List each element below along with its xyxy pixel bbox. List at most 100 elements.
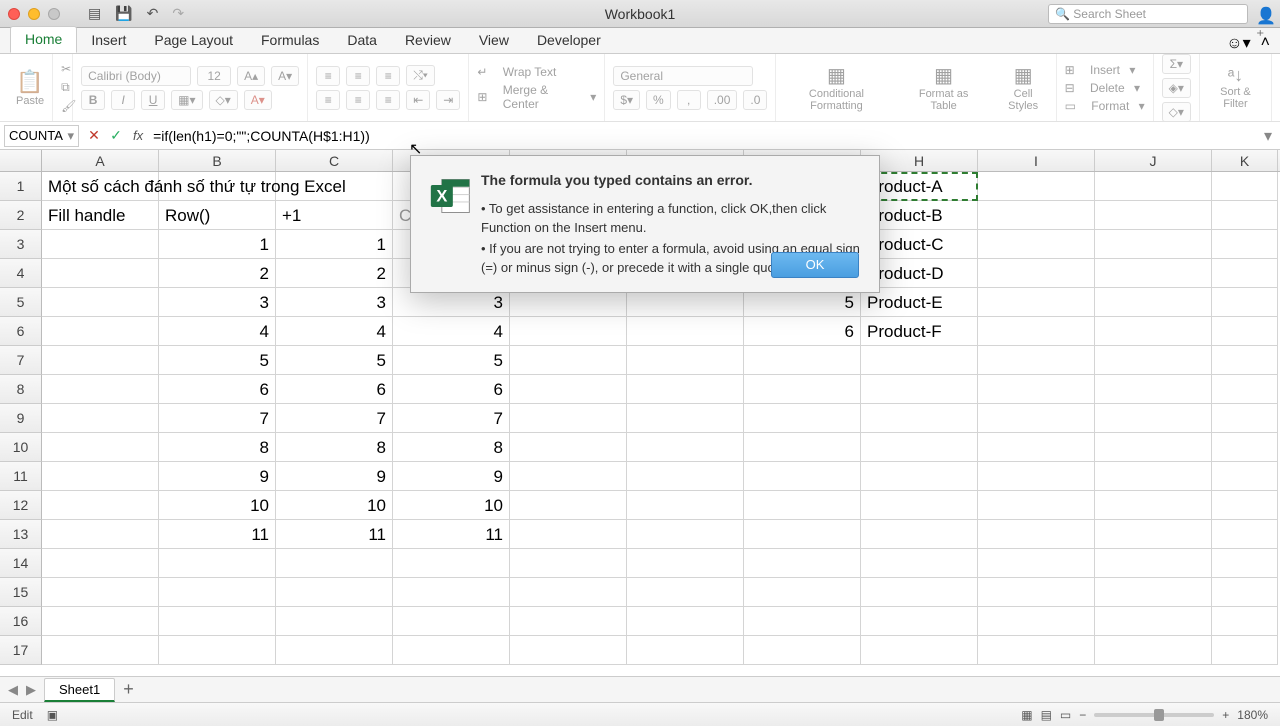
redo-icon[interactable]: ↷: [172, 5, 184, 22]
cell-A15[interactable]: [42, 578, 159, 607]
cell-A17[interactable]: [42, 636, 159, 665]
cell-D16[interactable]: [393, 607, 510, 636]
tab-home[interactable]: Home: [10, 26, 77, 53]
cell-J11[interactable]: [1095, 462, 1212, 491]
decrease-indent-icon[interactable]: ⇤: [406, 90, 430, 110]
macro-record-icon[interactable]: ▣: [47, 708, 58, 722]
tab-formulas[interactable]: Formulas: [247, 28, 333, 53]
cell-A6[interactable]: [42, 317, 159, 346]
cell-F11[interactable]: [627, 462, 744, 491]
cell-J15[interactable]: [1095, 578, 1212, 607]
cell-E7[interactable]: [510, 346, 627, 375]
cell-F14[interactable]: [627, 549, 744, 578]
fill-color-icon[interactable]: ◇▾: [209, 90, 238, 110]
col-header-K[interactable]: K: [1212, 150, 1278, 171]
cell-B13[interactable]: 11: [159, 520, 276, 549]
cell-A14[interactable]: [42, 549, 159, 578]
cell-I13[interactable]: [978, 520, 1095, 549]
cell-K11[interactable]: [1212, 462, 1278, 491]
col-header-I[interactable]: I: [978, 150, 1095, 171]
cell-I3[interactable]: [978, 230, 1095, 259]
underline-icon[interactable]: U: [141, 90, 165, 110]
cell-J17[interactable]: [1095, 636, 1212, 665]
expand-formula-icon[interactable]: ▾: [1256, 126, 1280, 146]
cell-I17[interactable]: [978, 636, 1095, 665]
cell-F6[interactable]: [627, 317, 744, 346]
cell-I15[interactable]: [978, 578, 1095, 607]
insert-cells-icon[interactable]: ⊞: [1065, 63, 1075, 77]
cell-I1[interactable]: [978, 172, 1095, 201]
cell-K5[interactable]: [1212, 288, 1278, 317]
cell-B4[interactable]: 2: [159, 259, 276, 288]
cell-B3[interactable]: 1: [159, 230, 276, 259]
cell-H6[interactable]: Product-F: [861, 317, 978, 346]
cell-G7[interactable]: [744, 346, 861, 375]
cell-A12[interactable]: [42, 491, 159, 520]
cut-icon[interactable]: ✂: [61, 62, 64, 76]
cell-H7[interactable]: [861, 346, 978, 375]
cell-H15[interactable]: [861, 578, 978, 607]
cell-K1[interactable]: [1212, 172, 1278, 201]
cell-H11[interactable]: [861, 462, 978, 491]
cell-I8[interactable]: [978, 375, 1095, 404]
cell-E13[interactable]: [510, 520, 627, 549]
tab-page-layout[interactable]: Page Layout: [140, 28, 247, 53]
increase-font-icon[interactable]: A▴: [237, 66, 265, 86]
cell-C16[interactable]: [276, 607, 393, 636]
align-center-icon[interactable]: ≡: [346, 90, 370, 110]
search-input[interactable]: 🔍 Search Sheet: [1048, 4, 1248, 24]
cell-F15[interactable]: [627, 578, 744, 607]
maximize-icon[interactable]: [48, 8, 60, 20]
cell-D11[interactable]: 9: [393, 462, 510, 491]
sort-filter-button[interactable]: ᵃ↓Sort & Filter: [1208, 65, 1263, 110]
cell-J8[interactable]: [1095, 375, 1212, 404]
cell-C7[interactable]: 5: [276, 346, 393, 375]
cell-C3[interactable]: 1: [276, 230, 393, 259]
cell-J2[interactable]: [1095, 201, 1212, 230]
share-icon[interactable]: 👤⁺: [1256, 6, 1272, 22]
row-header-11[interactable]: 11: [0, 462, 42, 491]
save-icon[interactable]: ▤: [88, 5, 101, 22]
cell-K14[interactable]: [1212, 549, 1278, 578]
row-header-8[interactable]: 8: [0, 375, 42, 404]
tab-review[interactable]: Review: [391, 28, 465, 53]
cell-J12[interactable]: [1095, 491, 1212, 520]
cell-A7[interactable]: [42, 346, 159, 375]
feedback-icon[interactable]: ☺▾: [1226, 33, 1250, 53]
delete-cells-icon[interactable]: ⊟: [1065, 81, 1075, 95]
cell-K16[interactable]: [1212, 607, 1278, 636]
close-icon[interactable]: [8, 8, 20, 20]
cell-H9[interactable]: [861, 404, 978, 433]
cell-C12[interactable]: 10: [276, 491, 393, 520]
cell-E14[interactable]: [510, 549, 627, 578]
cell-F17[interactable]: [627, 636, 744, 665]
cell-K8[interactable]: [1212, 375, 1278, 404]
cell-A3[interactable]: [42, 230, 159, 259]
cell-F13[interactable]: [627, 520, 744, 549]
cell-D10[interactable]: 8: [393, 433, 510, 462]
cell-J9[interactable]: [1095, 404, 1212, 433]
font-select[interactable]: Calibri (Body): [81, 66, 191, 86]
cell-K12[interactable]: [1212, 491, 1278, 520]
cell-D14[interactable]: [393, 549, 510, 578]
cell-J14[interactable]: [1095, 549, 1212, 578]
cell-B5[interactable]: 3: [159, 288, 276, 317]
select-all-corner[interactable]: [0, 150, 42, 171]
col-header-J[interactable]: J: [1095, 150, 1212, 171]
formula-input[interactable]: =if(len(h1)=0;"";COUNTA(H$1:H1)): [149, 126, 1256, 146]
row-header-13[interactable]: 13: [0, 520, 42, 549]
border-icon[interactable]: ▦▾: [171, 90, 202, 110]
add-sheet-icon[interactable]: +: [123, 679, 134, 700]
italic-icon[interactable]: I: [111, 90, 135, 110]
cell-C17[interactable]: [276, 636, 393, 665]
cell-G8[interactable]: [744, 375, 861, 404]
tab-insert[interactable]: Insert: [77, 28, 140, 53]
decrease-font-icon[interactable]: A▾: [271, 66, 299, 86]
cell-C9[interactable]: 7: [276, 404, 393, 433]
tab-view[interactable]: View: [465, 28, 523, 53]
row-header-12[interactable]: 12: [0, 491, 42, 520]
cell-B11[interactable]: 9: [159, 462, 276, 491]
cell-I11[interactable]: [978, 462, 1095, 491]
cell-A10[interactable]: [42, 433, 159, 462]
cell-H12[interactable]: [861, 491, 978, 520]
